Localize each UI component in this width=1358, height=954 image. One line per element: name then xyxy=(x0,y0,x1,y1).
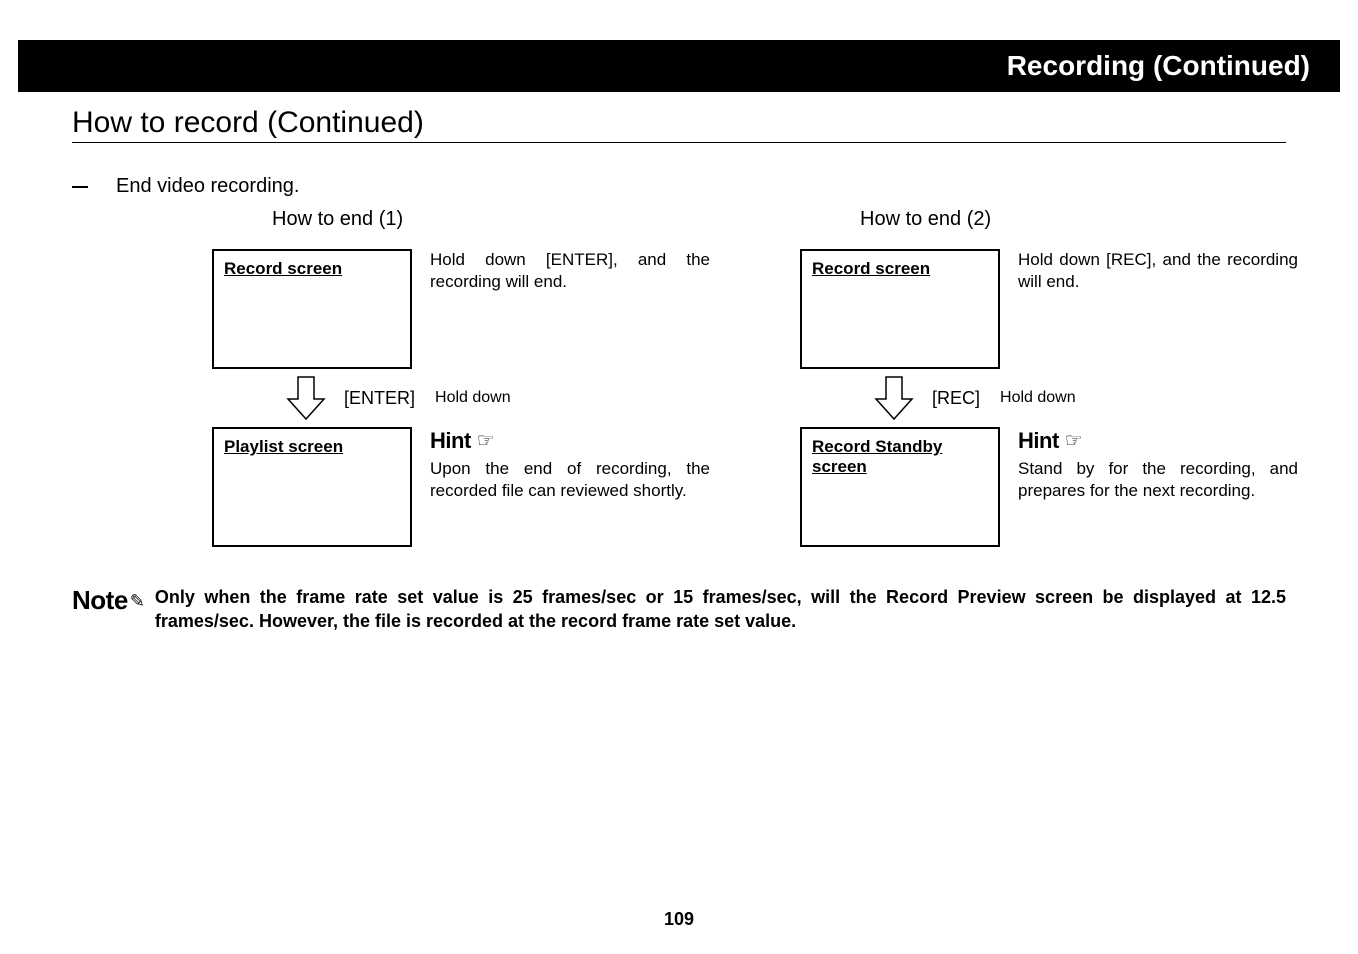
desc-1b: Hint ☞ Upon the end of recording, the re… xyxy=(430,427,710,502)
arrow-caption-1: Hold down xyxy=(435,389,511,407)
note-word: Note xyxy=(72,585,128,616)
hint-label-row: Hint ☞ xyxy=(1018,427,1298,456)
desc-2b: Hint ☞ Stand by for the recording, and p… xyxy=(1018,427,1298,502)
flow-column-1: How to end (1) Record screen Hold down [… xyxy=(212,208,710,547)
arrow-caption-2: Hold down xyxy=(1000,389,1076,407)
diagram-area: How to end (1) Record screen Hold down [… xyxy=(212,208,1286,547)
hint-word: Hint xyxy=(430,427,471,456)
flow-column-2: How to end (2) Record screen Hold down [… xyxy=(800,208,1298,547)
note-label-wrap: Note ✎ xyxy=(72,585,145,616)
down-arrow-icon xyxy=(282,375,330,421)
step-row: End video recording. xyxy=(72,175,1286,198)
hint-text-1: Upon the end of recording, the recorded … xyxy=(430,459,710,500)
arrow-row-1: [ENTER] Hold down xyxy=(282,375,511,421)
box-record-screen-1: Record screen xyxy=(212,249,412,369)
step-text: End video recording. xyxy=(116,175,299,198)
desc-1a: Hold down [ENTER], and the recording wil… xyxy=(430,249,710,293)
arrow-label-2: [REC] xyxy=(932,388,980,409)
page-number: 109 xyxy=(0,909,1358,930)
step-marker-dash xyxy=(72,186,88,188)
arrow-label-1: [ENTER] xyxy=(344,388,415,409)
box-title: Record screen xyxy=(812,259,930,278)
desc-2a: Hold down [REC], and the recording will … xyxy=(1018,249,1298,293)
hint-text-2: Stand by for the recording, and prepares… xyxy=(1018,459,1298,500)
box-title: Record screen xyxy=(224,259,342,278)
arrow-row-2: [REC] Hold down xyxy=(870,375,1076,421)
banner-title: Recording (Continued) xyxy=(18,40,1340,92)
flow-row-2b: Record Standby screen Hint ☞ Stand by fo… xyxy=(800,427,1298,547)
box-record-standby-screen: Record Standby screen xyxy=(800,427,1000,547)
note-block: Note ✎ Only when the frame rate set valu… xyxy=(72,585,1286,634)
hint-label-row: Hint ☞ xyxy=(430,427,710,456)
box-record-screen-2: Record screen xyxy=(800,249,1000,369)
down-arrow-icon xyxy=(870,375,918,421)
box-title: Playlist screen xyxy=(224,437,343,456)
flow-row-1b: Playlist screen Hint ☞ Upon the end of r… xyxy=(212,427,710,547)
pointing-hand-icon: ☞ xyxy=(477,428,495,454)
note-text: Only when the frame rate set value is 25… xyxy=(155,585,1286,634)
pencil-icon: ✎ xyxy=(130,591,145,612)
flow-row-1a: Record screen Hold down [ENTER], and the… xyxy=(212,249,710,369)
flow-row-2a: Record screen Hold down [REC], and the r… xyxy=(800,249,1298,369)
content-area: End video recording. How to end (1) Reco… xyxy=(0,147,1358,547)
section-title: How to record (Continued) xyxy=(72,106,1286,143)
hint-word: Hint xyxy=(1018,427,1059,456)
end-title-2: How to end (2) xyxy=(860,208,991,231)
box-title: Record Standby screen xyxy=(812,437,942,476)
end-title-1: How to end (1) xyxy=(272,208,403,231)
pointing-hand-icon: ☞ xyxy=(1065,428,1083,454)
box-playlist-screen: Playlist screen xyxy=(212,427,412,547)
